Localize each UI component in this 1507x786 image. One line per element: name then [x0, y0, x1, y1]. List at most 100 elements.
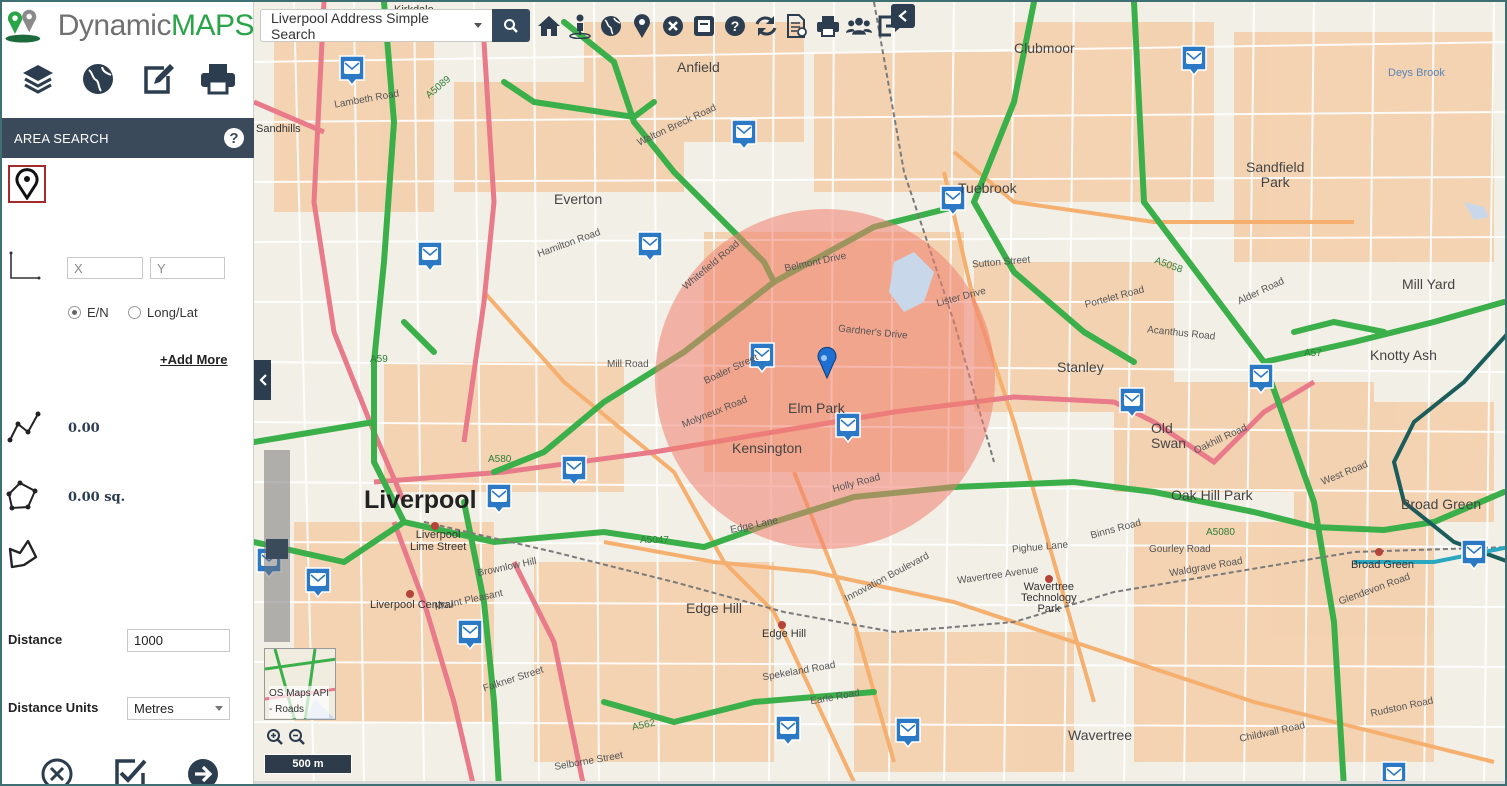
- next-icon[interactable]: [186, 757, 220, 786]
- post-office-marker[interactable]: [457, 619, 483, 651]
- map-marker-icon[interactable]: [629, 12, 655, 40]
- place-wavertree-technology-park: Wavertree Technology Park: [1021, 581, 1077, 615]
- layers-icon[interactable]: [18, 59, 58, 99]
- post-office-marker[interactable]: [1248, 363, 1274, 395]
- search-type-value: Liverpool Address Simple Search: [271, 9, 429, 42]
- app-frame: Liverpool Anfield Everton Clubmoor Tuebr…: [0, 0, 1507, 786]
- post-office-marker[interactable]: [731, 119, 757, 151]
- chevron-left-icon: [258, 374, 267, 386]
- distance-units-select[interactable]: Metres: [127, 697, 230, 720]
- cancel-icon[interactable]: [40, 757, 74, 786]
- area-search-header: AREA SEARCH ?: [2, 118, 254, 158]
- post-office-marker[interactable]: [835, 412, 861, 444]
- map-bottom-scrollbar[interactable]: [254, 781, 1505, 784]
- place-kensington: Kensington: [732, 440, 803, 456]
- zoom-out-icon[interactable]: [288, 728, 306, 746]
- radio-unselected: [128, 306, 141, 319]
- print-icon[interactable]: [198, 59, 238, 99]
- place-stanley: Stanley: [1057, 359, 1104, 375]
- point-tool-button[interactable]: [8, 165, 46, 203]
- print-icon[interactable]: [815, 12, 841, 40]
- place-broad-green: Broad Green: [1401, 496, 1482, 512]
- edit-icon[interactable]: [138, 59, 178, 99]
- confirm-icon[interactable]: [113, 757, 147, 786]
- post-office-marker[interactable]: [895, 717, 921, 749]
- help-icon[interactable]: ?: [722, 12, 748, 40]
- place-sandhills: Sandhills: [256, 123, 301, 135]
- radio-long-lat[interactable]: Long/Lat: [128, 305, 198, 320]
- post-office-marker[interactable]: [417, 241, 443, 273]
- map-pin-icon: [15, 168, 39, 200]
- post-office-marker[interactable]: [1181, 45, 1207, 77]
- globe-icon[interactable]: [78, 59, 118, 99]
- radio-easting-northing[interactable]: E/N: [68, 305, 109, 320]
- road-gourley: Gourley Road: [1149, 544, 1211, 555]
- post-office-marker[interactable]: [561, 455, 587, 487]
- map-canvas[interactable]: Liverpool Anfield Everton Clubmoor Tuebr…: [254, 2, 1505, 784]
- freehand-polygon-icon[interactable]: [6, 537, 42, 573]
- post-office-marker[interactable]: [1461, 539, 1487, 571]
- toolbar-collapse-button[interactable]: [891, 4, 915, 28]
- place-liverpool: Liverpool: [364, 486, 477, 514]
- place-knotty-ash: Knotty Ash: [1370, 347, 1437, 363]
- post-office-marker[interactable]: [339, 55, 365, 87]
- polygon-measure-icon[interactable]: [6, 478, 42, 514]
- zoom-in-icon[interactable]: [266, 728, 284, 746]
- distance-units-value: Metres: [134, 701, 174, 716]
- road-a580: A580: [488, 454, 512, 465]
- place-oak-hill-park: Oak Hill Park: [1171, 487, 1253, 503]
- chevron-down-icon: [474, 23, 482, 28]
- y-coordinate-input[interactable]: [150, 257, 225, 279]
- line-measure-icon[interactable]: [6, 408, 42, 444]
- zoom-slider-handle[interactable]: [266, 539, 288, 559]
- station-edge-hill: Edge Hill: [762, 628, 807, 640]
- refresh-icon[interactable]: [753, 12, 779, 40]
- brand-name: DynamicMAPS: [57, 9, 255, 42]
- place-anfield: Anfield: [677, 59, 720, 75]
- search-location-marker: [817, 346, 837, 380]
- basemap-switcher[interactable]: OS Maps API - Roads: [264, 648, 336, 720]
- svg-text:?: ?: [731, 18, 740, 34]
- road-a57: A57: [1304, 348, 1322, 359]
- panel-title: AREA SEARCH: [14, 130, 109, 146]
- radio-selected: [68, 306, 81, 319]
- window-icon[interactable]: [691, 12, 717, 40]
- add-more-link[interactable]: +Add More: [160, 352, 228, 367]
- post-office-marker[interactable]: [775, 715, 801, 747]
- road-a59: A59: [370, 354, 388, 365]
- place-old-swan: Old Swan: [1151, 420, 1187, 451]
- street-view-icon[interactable]: [567, 12, 593, 40]
- group-icon[interactable]: [846, 12, 872, 40]
- basemap-label: OS Maps API - Roads: [269, 686, 330, 718]
- post-office-markers: [256, 45, 1487, 784]
- road-a5047: A5047: [640, 535, 669, 546]
- chevron-down-icon: [215, 706, 223, 711]
- radio-en-label: E/N: [87, 305, 109, 320]
- sidebar-tools: [2, 54, 254, 104]
- search-button[interactable]: [492, 9, 530, 42]
- station-broad-green: Broad Green: [1351, 559, 1414, 571]
- place-clubmoor: Clubmoor: [1014, 40, 1075, 56]
- coordinates-icon: [9, 251, 41, 280]
- sidebar-collapse-button[interactable]: [254, 360, 271, 400]
- post-office-marker[interactable]: [486, 483, 512, 515]
- chevron-left-icon: [898, 10, 907, 22]
- map-toolbar: ?: [536, 11, 903, 41]
- post-office-marker[interactable]: [637, 231, 663, 263]
- logo-icon: [5, 9, 41, 43]
- road-a5080: A5080: [1206, 527, 1235, 538]
- distance-label: Distance: [8, 632, 63, 647]
- distance-input[interactable]: 1000: [127, 629, 230, 652]
- sidebar: DynamicMAPS AREA SEARCH ? X Y E/N Long/L…: [2, 2, 255, 786]
- search-type-select[interactable]: Liverpool Address Simple Search: [260, 9, 492, 42]
- radio-longlat-label: Long/Lat: [147, 305, 198, 320]
- report-icon[interactable]: [784, 12, 810, 40]
- clear-icon[interactable]: [660, 12, 686, 40]
- help-icon[interactable]: ?: [224, 128, 244, 148]
- line-length-value: 0.00: [68, 421, 100, 436]
- x-coordinate-input[interactable]: [67, 257, 143, 279]
- home-icon[interactable]: [536, 12, 562, 40]
- globe-icon[interactable]: [598, 12, 624, 40]
- post-office-marker[interactable]: [1119, 387, 1145, 419]
- post-office-marker[interactable]: [305, 567, 331, 599]
